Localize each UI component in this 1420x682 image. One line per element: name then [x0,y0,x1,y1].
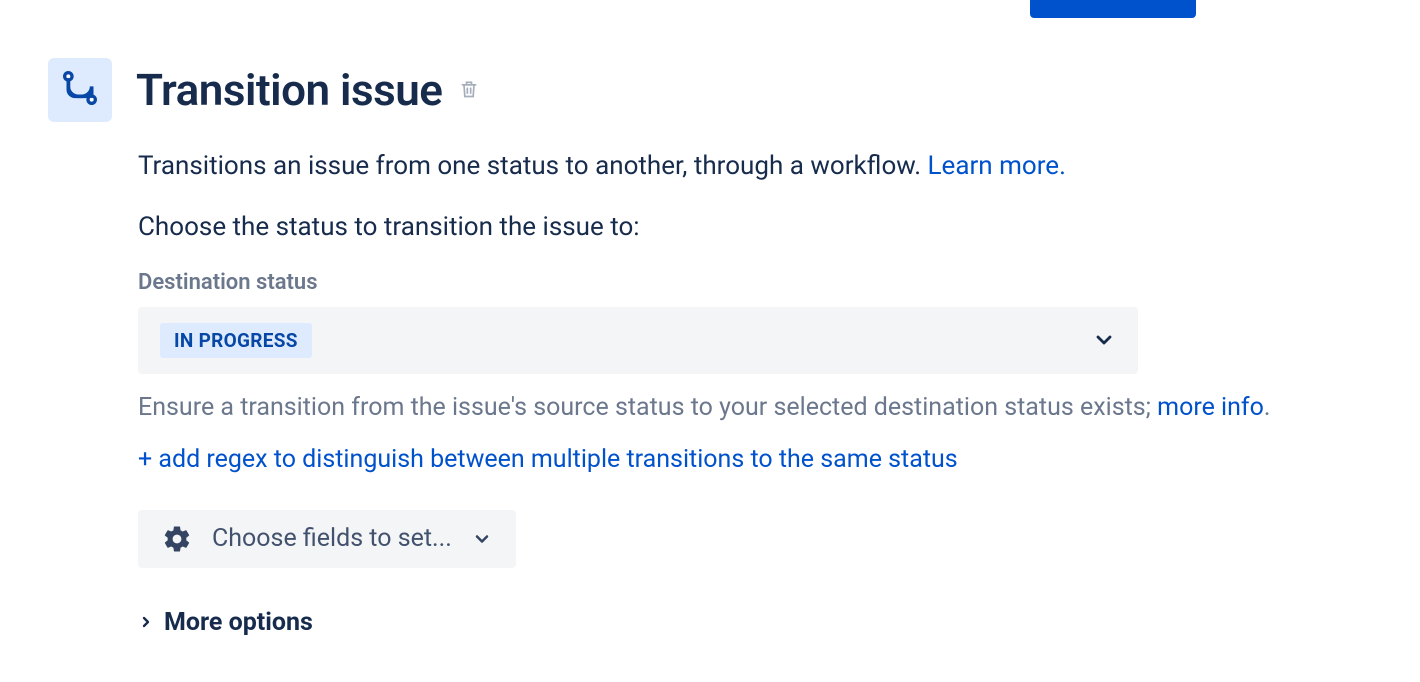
destination-status-dropdown[interactable]: IN PROGRESS [138,307,1138,374]
choose-fields-label: Choose fields to set... [212,524,452,553]
status-lozenge: IN PROGRESS [160,323,312,358]
trash-icon [459,79,479,102]
content-area: Transitions an issue from one status to … [48,150,1372,637]
helper-period: . [1264,393,1271,422]
gear-icon [162,524,192,554]
main-container: Transition issue Transitions an issue fr… [0,0,1420,637]
chevron-down-icon [472,529,492,549]
more-options-toggle[interactable]: More options [138,608,1372,637]
choose-fields-dropdown[interactable]: Choose fields to set... [138,510,516,568]
header-row: Transition issue [48,58,1372,122]
chevron-right-icon [138,614,154,630]
delete-button[interactable] [458,79,480,101]
instruction-text: Choose the status to transition the issu… [138,212,1372,242]
destination-helper-text: Ensure a transition from the issue's sou… [138,390,1372,425]
description-text: Transitions an issue from one status to … [138,150,1372,184]
learn-more-link[interactable]: Learn more. [928,151,1066,181]
more-info-link[interactable]: more info [1157,393,1264,422]
destination-status-label: Destination status [138,270,1372,295]
chevron-down-icon [1092,328,1116,352]
top-primary-button[interactable] [1030,0,1196,18]
description-body: Transitions an issue from one status to … [138,151,928,181]
transition-route-icon [60,68,100,112]
title-wrap: Transition issue [136,64,480,116]
more-options-label: More options [164,608,313,637]
helper-body: Ensure a transition from the issue's sou… [138,393,1157,422]
transition-icon-box [48,58,112,122]
page-title: Transition issue [136,64,442,116]
add-regex-link[interactable]: + add regex to distinguish between multi… [138,445,1372,474]
